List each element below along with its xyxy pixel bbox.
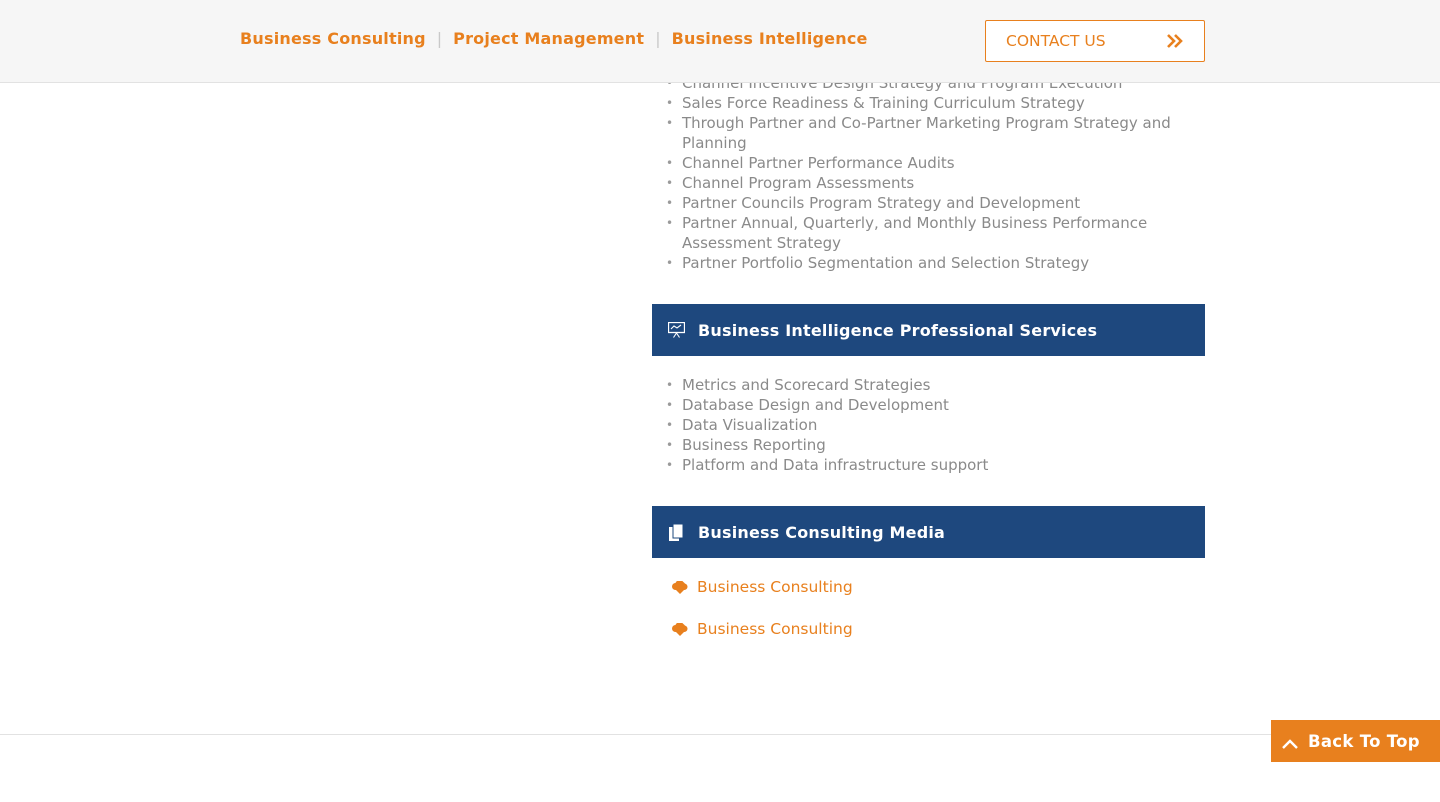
back-to-top-button[interactable]: Back To Top [1271, 720, 1440, 762]
channel-services-list: Channel Incentive Design Strategy and Pr… [652, 73, 1205, 273]
presentation-icon [667, 321, 685, 339]
list-item: Data Visualization [666, 415, 1205, 435]
document-icon [667, 523, 685, 541]
footer-divider [0, 734, 1440, 735]
list-item: Sales Force Readiness & Training Curricu… [666, 93, 1205, 113]
list-item: Partner Councils Program Strategy and De… [666, 193, 1205, 213]
media-header: Business Consulting Media [652, 506, 1205, 558]
double-chevron-right-icon [1166, 33, 1184, 49]
bi-services-header: Business Intelligence Professional Servi… [652, 304, 1205, 356]
list-item: Through Partner and Co-Partner Marketing… [666, 113, 1205, 153]
media-link-label[interactable]: Business Consulting [697, 578, 853, 596]
nav-separator: | [655, 29, 661, 48]
nav-separator: | [436, 29, 443, 48]
bi-services-list: Metrics and Scorecard Strategies Databas… [652, 375, 1205, 475]
list-item: Database Design and Development [666, 395, 1205, 415]
contact-us-button[interactable]: CONTACT US [985, 20, 1205, 62]
cloud-download-icon [672, 622, 689, 636]
list-item: Partner Annual, Quarterly, and Monthly B… [666, 213, 1205, 253]
list-item: Business Reporting [666, 435, 1205, 455]
media-download-link[interactable]: Business Consulting [672, 620, 853, 638]
main-nav: Business Consulting | Project Management… [240, 29, 868, 48]
contact-us-label: CONTACT US [1006, 32, 1106, 50]
nav-business-intelligence[interactable]: Business Intelligence [672, 29, 868, 48]
nav-business-consulting[interactable]: Business Consulting [240, 29, 426, 48]
nav-project-management[interactable]: Project Management [453, 29, 644, 48]
media-link-label[interactable]: Business Consulting [697, 620, 853, 638]
list-item: Platform and Data infrastructure support [666, 455, 1205, 475]
back-to-top-label: Back To Top [1308, 731, 1420, 751]
bi-services-title: Business Intelligence Professional Servi… [698, 320, 1098, 340]
list-item: Channel Program Assessments [666, 173, 1205, 193]
list-item: Partner Portfolio Segmentation and Selec… [666, 253, 1205, 273]
media-title: Business Consulting Media [698, 522, 946, 542]
list-item: Metrics and Scorecard Strategies [666, 375, 1205, 395]
site-header: Business Consulting | Project Management… [0, 0, 1440, 83]
list-item: Channel Partner Performance Audits [666, 153, 1205, 173]
cloud-download-icon [672, 580, 689, 594]
media-download-link[interactable]: Business Consulting [672, 578, 853, 596]
chevron-up-icon [1281, 735, 1299, 749]
